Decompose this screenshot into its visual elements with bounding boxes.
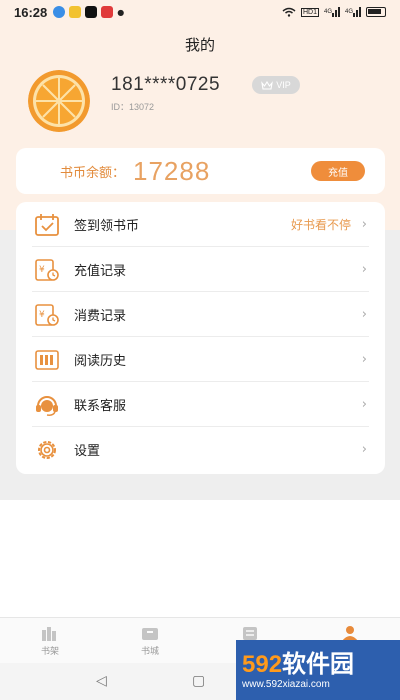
home-icon[interactable]: ▢	[192, 673, 205, 689]
hd-label: HD1	[300, 7, 319, 17]
svg-text:4G: 4G	[324, 9, 332, 15]
svg-text:4G: 4G	[345, 9, 353, 15]
app-notification-icon	[53, 6, 66, 18]
calendar-check-icon	[34, 212, 60, 238]
balance-card: 书币余额： 17288 充值	[16, 148, 385, 194]
watermark-url: www.592xiazai.com	[242, 678, 330, 690]
svg-text:¥: ¥	[39, 310, 45, 320]
tab-label: 书架	[40, 646, 59, 657]
menu-label: 充值记录	[74, 264, 127, 279]
avatar[interactable]	[28, 70, 90, 132]
tiktok-icon	[85, 6, 98, 18]
status-bar: 16:28 ● HD1 4G 4G	[0, 0, 400, 24]
status-time: 16:28	[14, 4, 48, 20]
menu-label: 联系客服	[74, 399, 127, 414]
vip-badge[interactable]: VIP	[252, 76, 300, 94]
gear-icon	[34, 437, 60, 463]
sign-in-promo-text: 好书看不停	[290, 218, 351, 232]
chevron-right-icon: ›	[361, 397, 367, 412]
tab-label: 书城	[140, 646, 159, 657]
user-id: ID：13072	[111, 102, 155, 112]
bookstore-icon	[142, 627, 158, 640]
watermark-text: 软件园	[282, 650, 355, 678]
bookshelf-icon	[42, 626, 56, 641]
tab-bookshelf[interactable]: 书架	[0, 618, 100, 663]
chevron-right-icon: ›	[361, 262, 367, 277]
svg-text:¥: ¥	[39, 265, 45, 275]
consume-record-icon: ¥	[34, 302, 60, 328]
menu-item-sign-in[interactable]: 签到领书币 好书看不停 ›	[16, 202, 385, 247]
notification-icons: ●	[53, 6, 124, 18]
menu-item-reading-history[interactable]: 阅读历史 ›	[16, 337, 385, 382]
user-phone: 181****0725	[111, 74, 221, 95]
chevron-right-icon: ›	[361, 352, 367, 367]
vip-label: VIP	[276, 80, 291, 90]
status-indicators: HD1 4G 4G	[282, 7, 386, 17]
page-title: 我的	[184, 36, 215, 54]
app-notification-icon	[101, 6, 114, 18]
menu-item-consume-record[interactable]: ¥ 消费记录 ›	[16, 292, 385, 337]
app-notification-icon	[69, 6, 82, 18]
menu-card: 签到领书币 好书看不停 › ¥ 充值记录 › ¥ 消费记录 › 阅读历史 › 联…	[16, 202, 385, 474]
signal-icon: 4G	[345, 7, 361, 17]
customer-service-icon	[34, 392, 60, 418]
menu-item-customer-service[interactable]: 联系客服 ›	[16, 382, 385, 427]
signal-icon: 4G	[324, 7, 340, 17]
watermark-number: 592	[242, 650, 283, 678]
recharge-record-icon: ¥	[34, 257, 60, 283]
welfare-icon	[243, 626, 257, 640]
battery-icon	[366, 7, 386, 17]
menu-item-recharge-record[interactable]: ¥ 充值记录 ›	[16, 247, 385, 292]
back-icon[interactable]: ◁	[96, 673, 107, 689]
chevron-right-icon: ›	[361, 442, 367, 457]
tab-bookstore[interactable]: 书城	[100, 618, 200, 663]
menu-label: 阅读历史	[74, 354, 127, 369]
wifi-icon	[282, 7, 296, 17]
balance-label: 书币余额：	[60, 165, 126, 181]
menu-label: 设置	[74, 444, 101, 459]
more-dot-icon: ●	[117, 7, 125, 17]
balance-value: 17288	[133, 155, 211, 186]
reading-history-icon	[34, 347, 60, 373]
menu-label: 签到领书币	[74, 219, 140, 234]
menu-item-settings[interactable]: 设置 ›	[16, 427, 385, 472]
menu-label: 消费记录	[74, 309, 127, 324]
profile-icon	[342, 625, 358, 641]
watermark-logo: 592软件园 www.592xiazai.com	[236, 640, 400, 700]
crown-icon	[261, 80, 274, 90]
chevron-right-icon: ›	[361, 307, 367, 322]
chevron-right-icon: ›	[361, 217, 367, 232]
recharge-button[interactable]: 充值	[311, 161, 365, 181]
